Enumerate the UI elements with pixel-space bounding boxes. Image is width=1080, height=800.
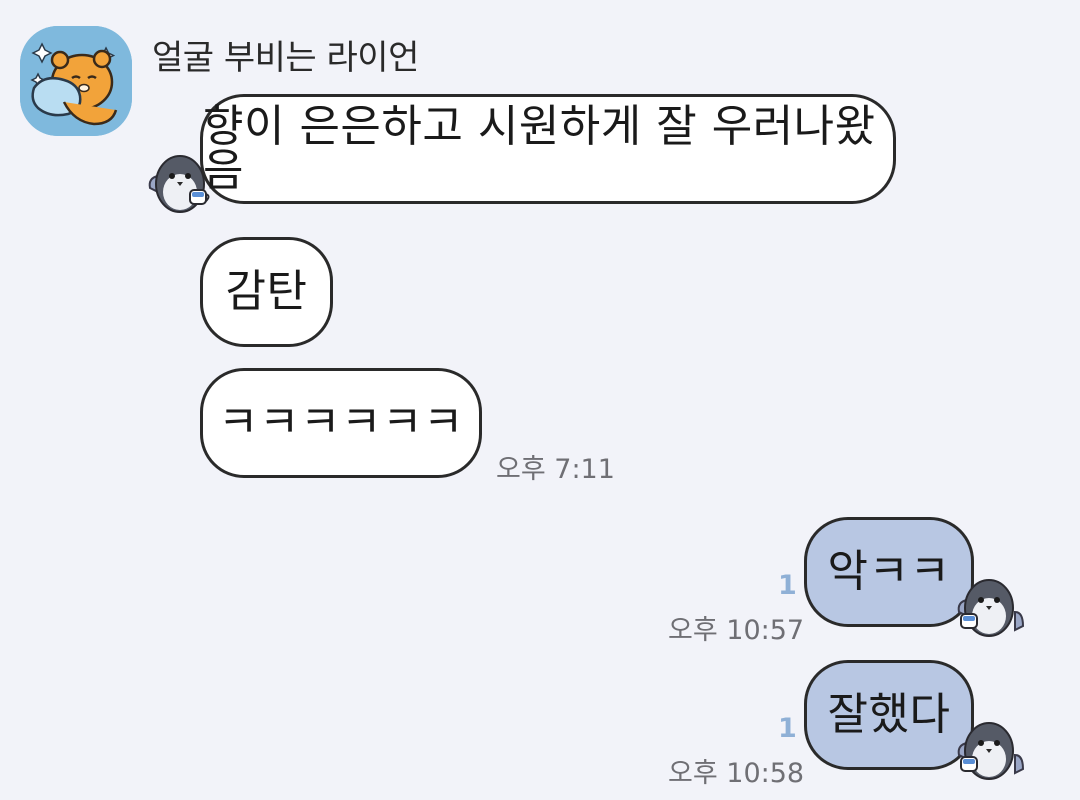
ryan-hugging-pillow-icon bbox=[20, 26, 132, 136]
unread-count: 1 bbox=[778, 713, 797, 744]
outgoing-message-bubble[interactable]: 잘했다 bbox=[804, 660, 974, 770]
incoming-message-bubble[interactable]: 감탄 bbox=[200, 237, 333, 347]
unread-count: 1 bbox=[778, 570, 797, 601]
profile-avatar[interactable] bbox=[20, 26, 132, 136]
incoming-message-bubble[interactable]: ㅋㅋㅋㅋㅋㅋ bbox=[200, 368, 482, 478]
message-timestamp: 오후 10:57 bbox=[668, 615, 805, 646]
penguin-with-coffee-icon bbox=[957, 722, 1025, 780]
penguin-with-coffee-icon bbox=[957, 579, 1025, 637]
message-text: ㅋㅋㅋㅋㅋㅋ bbox=[218, 397, 464, 448]
incoming-message-bubble[interactable]: 향이 은은하고 시원하게 잘 우러나왔음 bbox=[200, 94, 896, 204]
sender-name: 얼굴 부비는 라이언 bbox=[152, 38, 419, 78]
message-timestamp: 오후 7:11 bbox=[496, 454, 615, 485]
message-text: 향이 은은하고 시원하게 잘 우러나왔음 bbox=[203, 101, 876, 196]
message-text: 감탄 bbox=[225, 266, 308, 317]
message-text: 잘했다 bbox=[827, 689, 951, 740]
message-timestamp: 오후 10:58 bbox=[668, 758, 805, 789]
outgoing-message-bubble[interactable]: 악ㅋㅋ bbox=[804, 517, 974, 627]
message-text: 악ㅋㅋ bbox=[827, 546, 951, 597]
